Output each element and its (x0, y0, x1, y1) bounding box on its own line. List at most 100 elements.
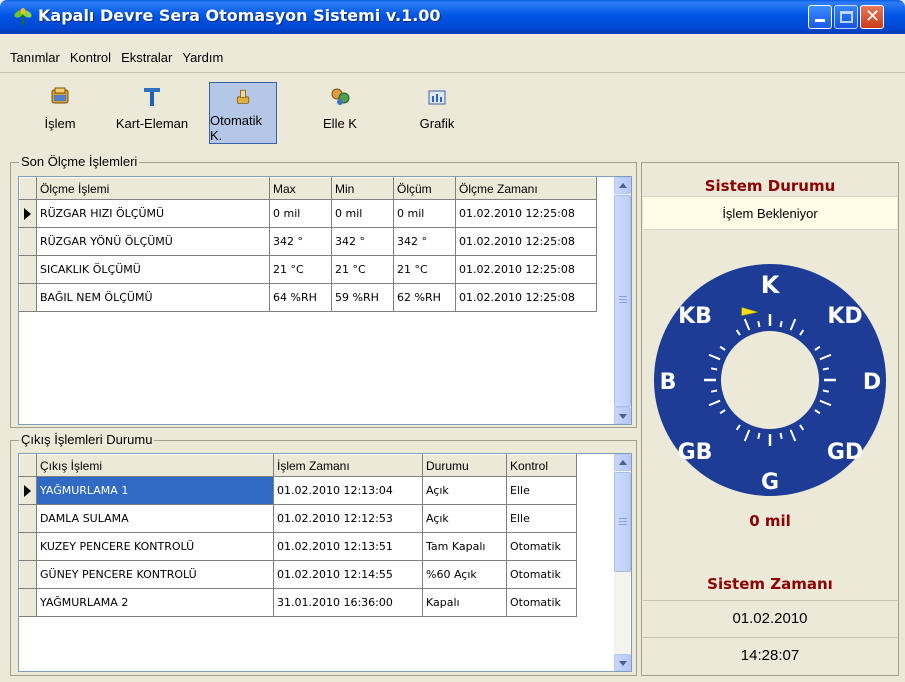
table-row[interactable]: BAĞIL NEM ÖLÇÜMÜ 64 %RH 59 %RH 62 %RH 01… (19, 283, 597, 312)
table-cell[interactable]: 64 %RH (269, 283, 332, 312)
table-cell[interactable]: Otomatik (506, 588, 577, 617)
table-cell[interactable]: KUZEY PENCERE KONTROLÜ (36, 532, 274, 561)
menu-ekstralar[interactable]: Ekstralar (116, 47, 177, 69)
table-cell[interactable]: 342 ° (393, 227, 456, 256)
table-row[interactable]: YAĞMURLAMA 1 01.02.2010 12:13:04 Açık El… (19, 476, 577, 505)
table-cell[interactable]: 62 %RH (393, 283, 456, 312)
table-cell[interactable]: Açık (422, 504, 507, 533)
table-cell[interactable]: 31.01.2010 16:36:00 (273, 588, 423, 617)
row-indicator[interactable] (19, 476, 37, 505)
row-indicator[interactable] (19, 227, 37, 256)
table-cell[interactable]: 01.02.2010 12:25:08 (455, 199, 597, 228)
table-cell[interactable]: 342 ° (269, 227, 332, 256)
table-cell[interactable]: 0 mil (331, 199, 394, 228)
measurements-scrollbar[interactable] (614, 177, 631, 424)
maximize-button[interactable] (834, 5, 858, 29)
table-cell[interactable]: 59 %RH (331, 283, 394, 312)
minimize-button[interactable] (808, 5, 832, 29)
toolbar-kart-eleman-button[interactable]: Kart-Eleman (98, 82, 206, 144)
row-indicator[interactable] (19, 255, 37, 284)
column-header[interactable]: Ölçüm (393, 177, 456, 200)
table-row[interactable]: RÜZGAR HIZI ÖLÇÜMÜ 0 mil 0 mil 0 mil 01.… (19, 199, 597, 228)
close-button[interactable]: ✕ (860, 5, 884, 29)
table-cell[interactable]: 01.02.2010 12:13:51 (273, 532, 423, 561)
scroll-down-button[interactable] (614, 654, 631, 671)
table-row[interactable]: GÜNEY PENCERE KONTROLÜ 01.02.2010 12:14:… (19, 560, 577, 589)
table-cell[interactable]: Otomatik (506, 532, 577, 561)
measurements-grid[interactable]: Ölçme İşlemi Max Min Ölçüm Ölçme Zamanı … (18, 176, 632, 425)
table-cell[interactable]: 0 mil (393, 199, 456, 228)
scroll-down-button[interactable] (614, 407, 631, 424)
menu-tanimlar[interactable]: Tanımlar (4, 47, 65, 69)
column-header[interactable]: Ölçme İşlemi (36, 177, 270, 200)
row-indicator[interactable] (19, 504, 37, 533)
row-indicator[interactable] (19, 283, 37, 312)
table-cell[interactable]: DAMLA SULAMA (36, 504, 274, 533)
measurements-group-label: Son Ölçme İşlemleri (19, 154, 140, 169)
table-row[interactable]: DAMLA SULAMA 01.02.2010 12:12:53 Açık El… (19, 504, 577, 533)
table-cell[interactable]: RÜZGAR HIZI ÖLÇÜMÜ (36, 199, 270, 228)
table-cell[interactable]: Kapalı (422, 588, 507, 617)
row-indicator[interactable] (19, 588, 37, 617)
compass-label-se: GD (827, 440, 863, 465)
table-cell[interactable]: 21 °C (269, 255, 332, 284)
table-cell[interactable]: Açık (422, 476, 507, 505)
table-cell[interactable]: 342 ° (331, 227, 394, 256)
column-header[interactable]: Min (331, 177, 394, 200)
scroll-up-button[interactable] (614, 177, 631, 194)
table-cell[interactable]: 0 mil (269, 199, 332, 228)
column-header[interactable]: İşlem Zamanı (273, 454, 423, 477)
table-cell[interactable]: 01.02.2010 12:25:08 (455, 227, 597, 256)
toolbar-otomatik-label: Otomatik K. (210, 113, 263, 143)
toolbar-elle-button[interactable]: Elle K (316, 82, 364, 144)
table-cell[interactable]: Otomatik (506, 560, 577, 589)
compass-label-w: B (660, 370, 677, 395)
table-cell[interactable]: RÜZGAR YÖNÜ ÖLÇÜMÜ (36, 227, 270, 256)
table-cell[interactable]: 21 °C (331, 255, 394, 284)
column-header[interactable]: Kontrol (506, 454, 577, 477)
column-header[interactable]: Ölçme Zamanı (455, 177, 597, 200)
outputs-grid[interactable]: Çıkış İşlemi İşlem Zamanı Durumu Kontrol… (18, 453, 632, 672)
table-row[interactable]: YAĞMURLAMA 2 31.01.2010 16:36:00 Kapalı … (19, 588, 577, 617)
table-cell[interactable]: %60 Açık (422, 560, 507, 589)
table-cell[interactable]: Elle (506, 504, 577, 533)
toolbar-islem-button[interactable]: İşlem (34, 82, 86, 144)
table-cell[interactable]: 21 °C (393, 255, 456, 284)
title-bar[interactable]: Kapalı Devre Sera Otomasyon Sistemi v.1.… (0, 0, 905, 34)
toolbar-otomatik-button[interactable]: Otomatik K. (209, 82, 277, 144)
table-cell[interactable]: 01.02.2010 12:13:04 (273, 476, 423, 505)
row-indicator[interactable] (19, 199, 37, 228)
row-indicator[interactable] (19, 532, 37, 561)
menu-kontrol[interactable]: Kontrol (65, 47, 116, 69)
table-row[interactable]: RÜZGAR YÖNÜ ÖLÇÜMÜ 342 ° 342 ° 342 ° 01.… (19, 227, 597, 256)
row-indicator[interactable] (19, 560, 37, 589)
column-header[interactable]: Max (269, 177, 332, 200)
current-row-pointer-icon (24, 484, 31, 497)
table-cell[interactable]: Elle (506, 476, 577, 505)
table-cell[interactable]: 01.02.2010 12:12:53 (273, 504, 423, 533)
outputs-scrollbar[interactable] (614, 454, 631, 671)
table-cell[interactable]: YAĞMURLAMA 2 (36, 588, 274, 617)
manual-control-icon (331, 88, 350, 105)
table-row[interactable]: SICAKLIK ÖLÇÜMÜ 21 °C 21 °C 21 °C 01.02.… (19, 255, 597, 284)
table-row[interactable]: KUZEY PENCERE KONTROLÜ 01.02.2010 12:13:… (19, 532, 577, 561)
table-cell[interactable]: 01.02.2010 12:14:55 (273, 560, 423, 589)
table-cell-selected[interactable]: YAĞMURLAMA 1 (36, 476, 274, 505)
menu-yardim[interactable]: Yardım (177, 47, 228, 69)
table-cell[interactable]: 01.02.2010 12:25:08 (455, 255, 597, 284)
table-cell[interactable]: 01.02.2010 12:25:08 (455, 283, 597, 312)
table-cell[interactable]: SICAKLIK ÖLÇÜMÜ (36, 255, 270, 284)
scroll-thumb[interactable] (614, 472, 631, 572)
scroll-thumb[interactable] (614, 195, 631, 407)
scroll-up-button[interactable] (614, 454, 631, 471)
column-header[interactable]: Durumu (422, 454, 507, 477)
table-cell[interactable]: GÜNEY PENCERE KONTROLÜ (36, 560, 274, 589)
compass-label-nw: KB (678, 304, 712, 329)
card-element-icon (144, 88, 160, 106)
table-cell[interactable]: Tam Kapalı (422, 532, 507, 561)
table-cell[interactable]: BAĞIL NEM ÖLÇÜMÜ (36, 283, 270, 312)
column-header[interactable]: Çıkış İşlemi (36, 454, 274, 477)
toolbar-grafik-button[interactable]: Grafik (412, 82, 462, 144)
compass-label-ne: KD (827, 304, 862, 329)
system-status-title: Sistem Durumu (704, 177, 836, 195)
